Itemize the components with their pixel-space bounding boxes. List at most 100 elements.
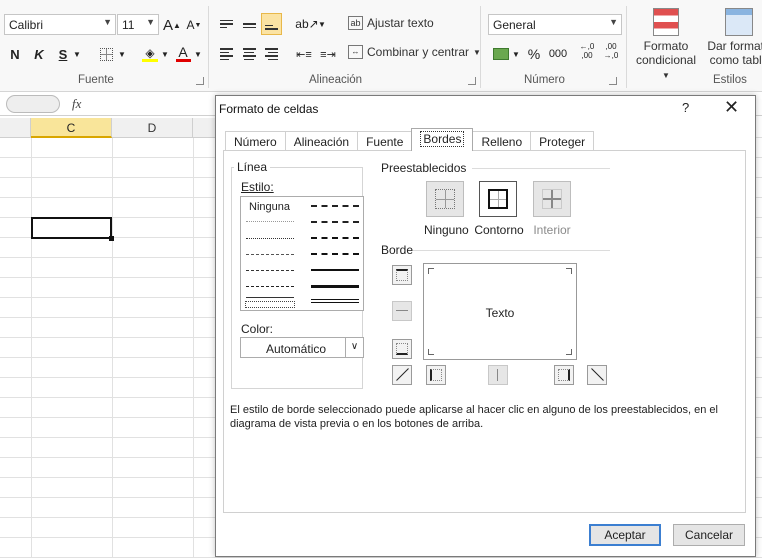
presets-rule	[472, 168, 610, 169]
increase-indent-button[interactable]: ≡⇥	[318, 43, 338, 65]
dialog-title: Formato de celdas	[219, 102, 319, 116]
tab-relleno[interactable]: Relleno	[472, 131, 532, 151]
fill-color-button[interactable]: ◈	[140, 43, 160, 65]
row-header-corner[interactable]	[0, 118, 31, 138]
preview-corner	[566, 268, 572, 274]
accounting-format-button[interactable]	[490, 43, 512, 65]
font-color-button[interactable]: A	[174, 43, 192, 65]
help-button[interactable]: ?	[682, 100, 689, 115]
dialog-launcher-icon[interactable]	[196, 77, 204, 85]
line-style-dash-dot-dot[interactable]	[246, 254, 294, 255]
grid-column-line	[31, 138, 32, 558]
line-style-medium[interactable]	[311, 269, 359, 271]
border-diagonal-down-button[interactable]	[587, 365, 607, 385]
grow-font-button[interactable]: A ▲	[163, 14, 181, 36]
insert-function-icon[interactable]: fx	[72, 96, 81, 112]
border-diagonal-up-button[interactable]	[392, 365, 412, 385]
conditional-format-button[interactable]: Formato condicional ▼	[631, 8, 701, 83]
underline-button[interactable]: S	[54, 43, 72, 65]
number-format-value: General	[493, 18, 536, 32]
dialog-launcher-icon[interactable]	[609, 77, 617, 85]
font-name-combo[interactable]: Calibri ▼	[4, 14, 116, 35]
paint-bucket-icon: ◈	[145, 45, 155, 60]
line-style-medium-dash-dot-dot[interactable]	[311, 205, 359, 207]
border-inside-horizontal-icon	[396, 310, 408, 311]
name-box[interactable]	[6, 95, 60, 113]
align-left-button[interactable]	[216, 43, 236, 65]
fill-color-dropdown[interactable]: ▼	[160, 43, 170, 65]
merge-center-button[interactable]: ↔ Combinar y centrar ▼	[348, 45, 481, 59]
line-group-title: Línea	[234, 160, 271, 174]
line-style-thin-selected[interactable]	[245, 301, 295, 308]
align-top-button[interactable]	[216, 13, 236, 35]
line-style-hair[interactable]	[246, 221, 294, 222]
line-color-select[interactable]: Automático ∨	[240, 337, 364, 358]
accounting-dropdown[interactable]: ▼	[512, 43, 520, 65]
close-icon[interactable]: ✕	[724, 97, 739, 118]
italic-button[interactable]: K	[30, 43, 48, 65]
align-bottom-button[interactable]	[261, 13, 282, 35]
border-inside-horizontal-button[interactable]	[392, 301, 412, 321]
line-style-medium-dashed[interactable]	[311, 253, 359, 255]
align-left-icon	[219, 48, 233, 60]
borders-button[interactable]	[96, 43, 116, 65]
line-style-medium-dash-dot[interactable]	[311, 237, 359, 239]
line-style-list[interactable]: Ninguna	[240, 196, 364, 311]
border-right-button[interactable]	[554, 365, 574, 385]
align-center-button[interactable]	[239, 43, 259, 65]
shrink-font-icon: A	[186, 18, 195, 32]
align-middle-button[interactable]	[239, 13, 259, 35]
preset-none-button[interactable]	[426, 181, 464, 217]
font-name-value: Calibri	[9, 18, 44, 32]
format-as-table-button[interactable]: Dar formato como tabla	[704, 8, 762, 67]
tab-fuente[interactable]: Fuente	[357, 131, 413, 151]
preview-corner	[428, 349, 434, 355]
font-color-dropdown[interactable]: ▼	[193, 43, 203, 65]
border-bottom-button[interactable]	[392, 339, 412, 359]
line-style-thick[interactable]	[311, 285, 359, 288]
ok-button[interactable]: Aceptar	[589, 524, 661, 546]
border-left-button[interactable]	[426, 365, 446, 385]
align-right-button[interactable]	[261, 43, 281, 65]
conditional-format-icon	[653, 8, 679, 36]
column-header-c[interactable]: C	[31, 118, 112, 138]
underline-dropdown[interactable]: ▼	[72, 43, 82, 65]
cancel-button[interactable]: Cancelar	[673, 524, 745, 546]
wrap-text-icon: ab	[348, 16, 363, 30]
increase-decimal-button[interactable]: ←,0 ,00	[576, 40, 598, 62]
grow-font-icon: A	[163, 16, 174, 34]
borders-dropdown[interactable]: ▼	[117, 43, 127, 65]
line-style-dash-dot[interactable]	[246, 270, 294, 271]
tab-bordes[interactable]: Bordes	[411, 128, 474, 151]
line-style-double[interactable]	[311, 299, 359, 303]
number-format-combo[interactable]: General ▼	[488, 14, 622, 35]
shrink-font-button[interactable]: A ▼	[185, 14, 203, 36]
line-style-slanted-dash-dot[interactable]	[311, 221, 359, 223]
preset-outline-button[interactable]	[479, 181, 517, 217]
percent-button[interactable]: %	[525, 43, 543, 65]
decrease-decimal-button[interactable]: ,00 →,0	[600, 40, 622, 62]
border-top-button[interactable]	[392, 265, 412, 285]
tab-proteger[interactable]: Proteger	[530, 131, 595, 151]
thousands-button[interactable]: 000	[546, 43, 570, 65]
dialog-launcher-icon[interactable]	[468, 77, 476, 85]
ribbon: Calibri ▼ 11 ▼ A ▲ A ▼ N K S ▼ ▼ ◈ ▼ A ▼ F…	[0, 0, 762, 92]
line-style-dotted[interactable]	[246, 238, 294, 239]
bold-button[interactable]: N	[6, 43, 24, 65]
orientation-button[interactable]: ab↗	[295, 13, 318, 35]
format-as-table-label: Dar formato	[707, 39, 762, 53]
line-style-none[interactable]: Ninguna	[249, 201, 290, 213]
line-style-thin[interactable]	[246, 297, 294, 298]
chevron-down-icon[interactable]: ∨	[345, 338, 363, 357]
column-header-d[interactable]: D	[112, 118, 193, 138]
border-preview[interactable]: Texto	[423, 263, 577, 360]
font-size-combo[interactable]: 11 ▼	[117, 14, 159, 35]
orientation-dropdown[interactable]: ▼	[318, 13, 326, 35]
wrap-text-button[interactable]: ab Ajustar texto	[348, 16, 434, 30]
tab-numero[interactable]: Número	[225, 131, 286, 151]
border-inside-vertical-button[interactable]	[488, 365, 508, 385]
line-style-dashed[interactable]	[246, 286, 294, 287]
tab-alineacion[interactable]: Alineación	[284, 131, 359, 151]
selected-cell[interactable]	[31, 217, 114, 241]
decrease-indent-button[interactable]: ⇤≡	[294, 43, 314, 65]
